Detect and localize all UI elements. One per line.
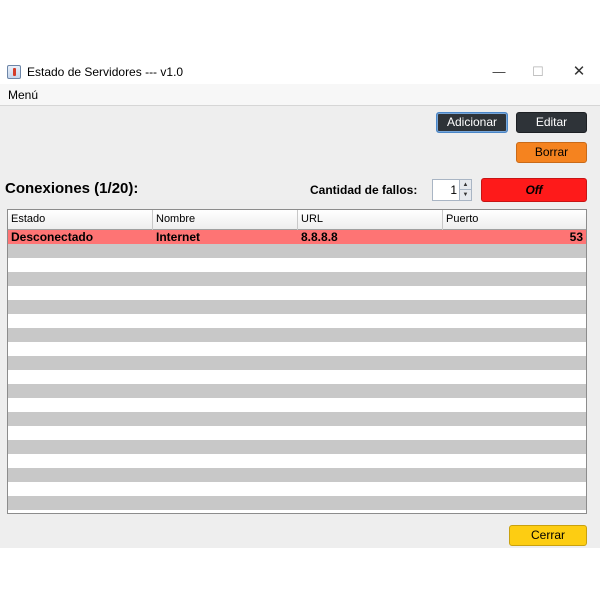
menu-bar: Menú (0, 84, 600, 106)
empty-row (8, 454, 586, 468)
table-row[interactable]: Desconectado Internet 8.8.8.8 53 (8, 230, 586, 244)
edit-button[interactable]: Editar (516, 112, 587, 133)
fail-count-spinner[interactable]: 1 ▲ ▼ (432, 179, 472, 201)
empty-row (8, 496, 586, 510)
empty-row (8, 370, 586, 384)
empty-row (8, 286, 586, 300)
empty-row (8, 468, 586, 482)
empty-row (8, 426, 586, 440)
column-header-estado[interactable]: Estado (8, 210, 153, 230)
empty-row (8, 482, 586, 496)
empty-row (8, 356, 586, 370)
title-bar: Estado de Servidores --- v1.0 — ☐ ✕ (0, 60, 600, 84)
empty-row (8, 258, 586, 272)
menu-item-menu[interactable]: Menú (8, 88, 38, 102)
cell-estado: Desconectado (11, 230, 94, 244)
empty-row (8, 342, 586, 356)
cell-nombre: Internet (156, 230, 201, 244)
maximize-button[interactable]: ☐ (518, 60, 558, 84)
empty-row (8, 440, 586, 454)
main-window: Estado de Servidores --- v1.0 — ☐ ✕ Menú… (0, 60, 600, 548)
toggle-off-button[interactable]: Off (481, 178, 587, 202)
add-button[interactable]: Adicionar (436, 112, 508, 133)
empty-row (8, 244, 586, 258)
spinner-down-arrow-icon[interactable]: ▼ (459, 190, 471, 200)
empty-row (8, 300, 586, 314)
empty-row (8, 398, 586, 412)
column-header-puerto[interactable]: Puerto (443, 210, 586, 230)
cell-url: 8.8.8.8 (301, 230, 338, 244)
spinner-up-arrow-icon[interactable]: ▲ (459, 180, 471, 190)
java-app-icon (7, 65, 21, 79)
empty-row (8, 412, 586, 426)
empty-row (8, 314, 586, 328)
table-header: Estado Nombre URL Puerto (8, 210, 586, 230)
column-header-url[interactable]: URL (298, 210, 443, 230)
window-title: Estado de Servidores --- v1.0 (27, 65, 184, 79)
delete-button[interactable]: Borrar (516, 142, 587, 163)
close-button[interactable]: Cerrar (509, 525, 587, 546)
close-window-button[interactable]: ✕ (559, 60, 599, 84)
cell-puerto: 53 (569, 230, 583, 244)
connections-table: Estado Nombre URL Puerto Desconectado In… (7, 209, 587, 514)
connections-heading: Conexiones (1/20): (5, 180, 139, 197)
empty-row (8, 384, 586, 398)
empty-rows (8, 244, 586, 510)
column-header-nombre[interactable]: Nombre (153, 210, 298, 230)
empty-row (8, 272, 586, 286)
fail-count-value[interactable]: 1 (433, 183, 457, 197)
minimize-button[interactable]: — (479, 60, 519, 84)
empty-row (8, 328, 586, 342)
fail-count-label: Cantidad de fallos: (310, 183, 418, 197)
